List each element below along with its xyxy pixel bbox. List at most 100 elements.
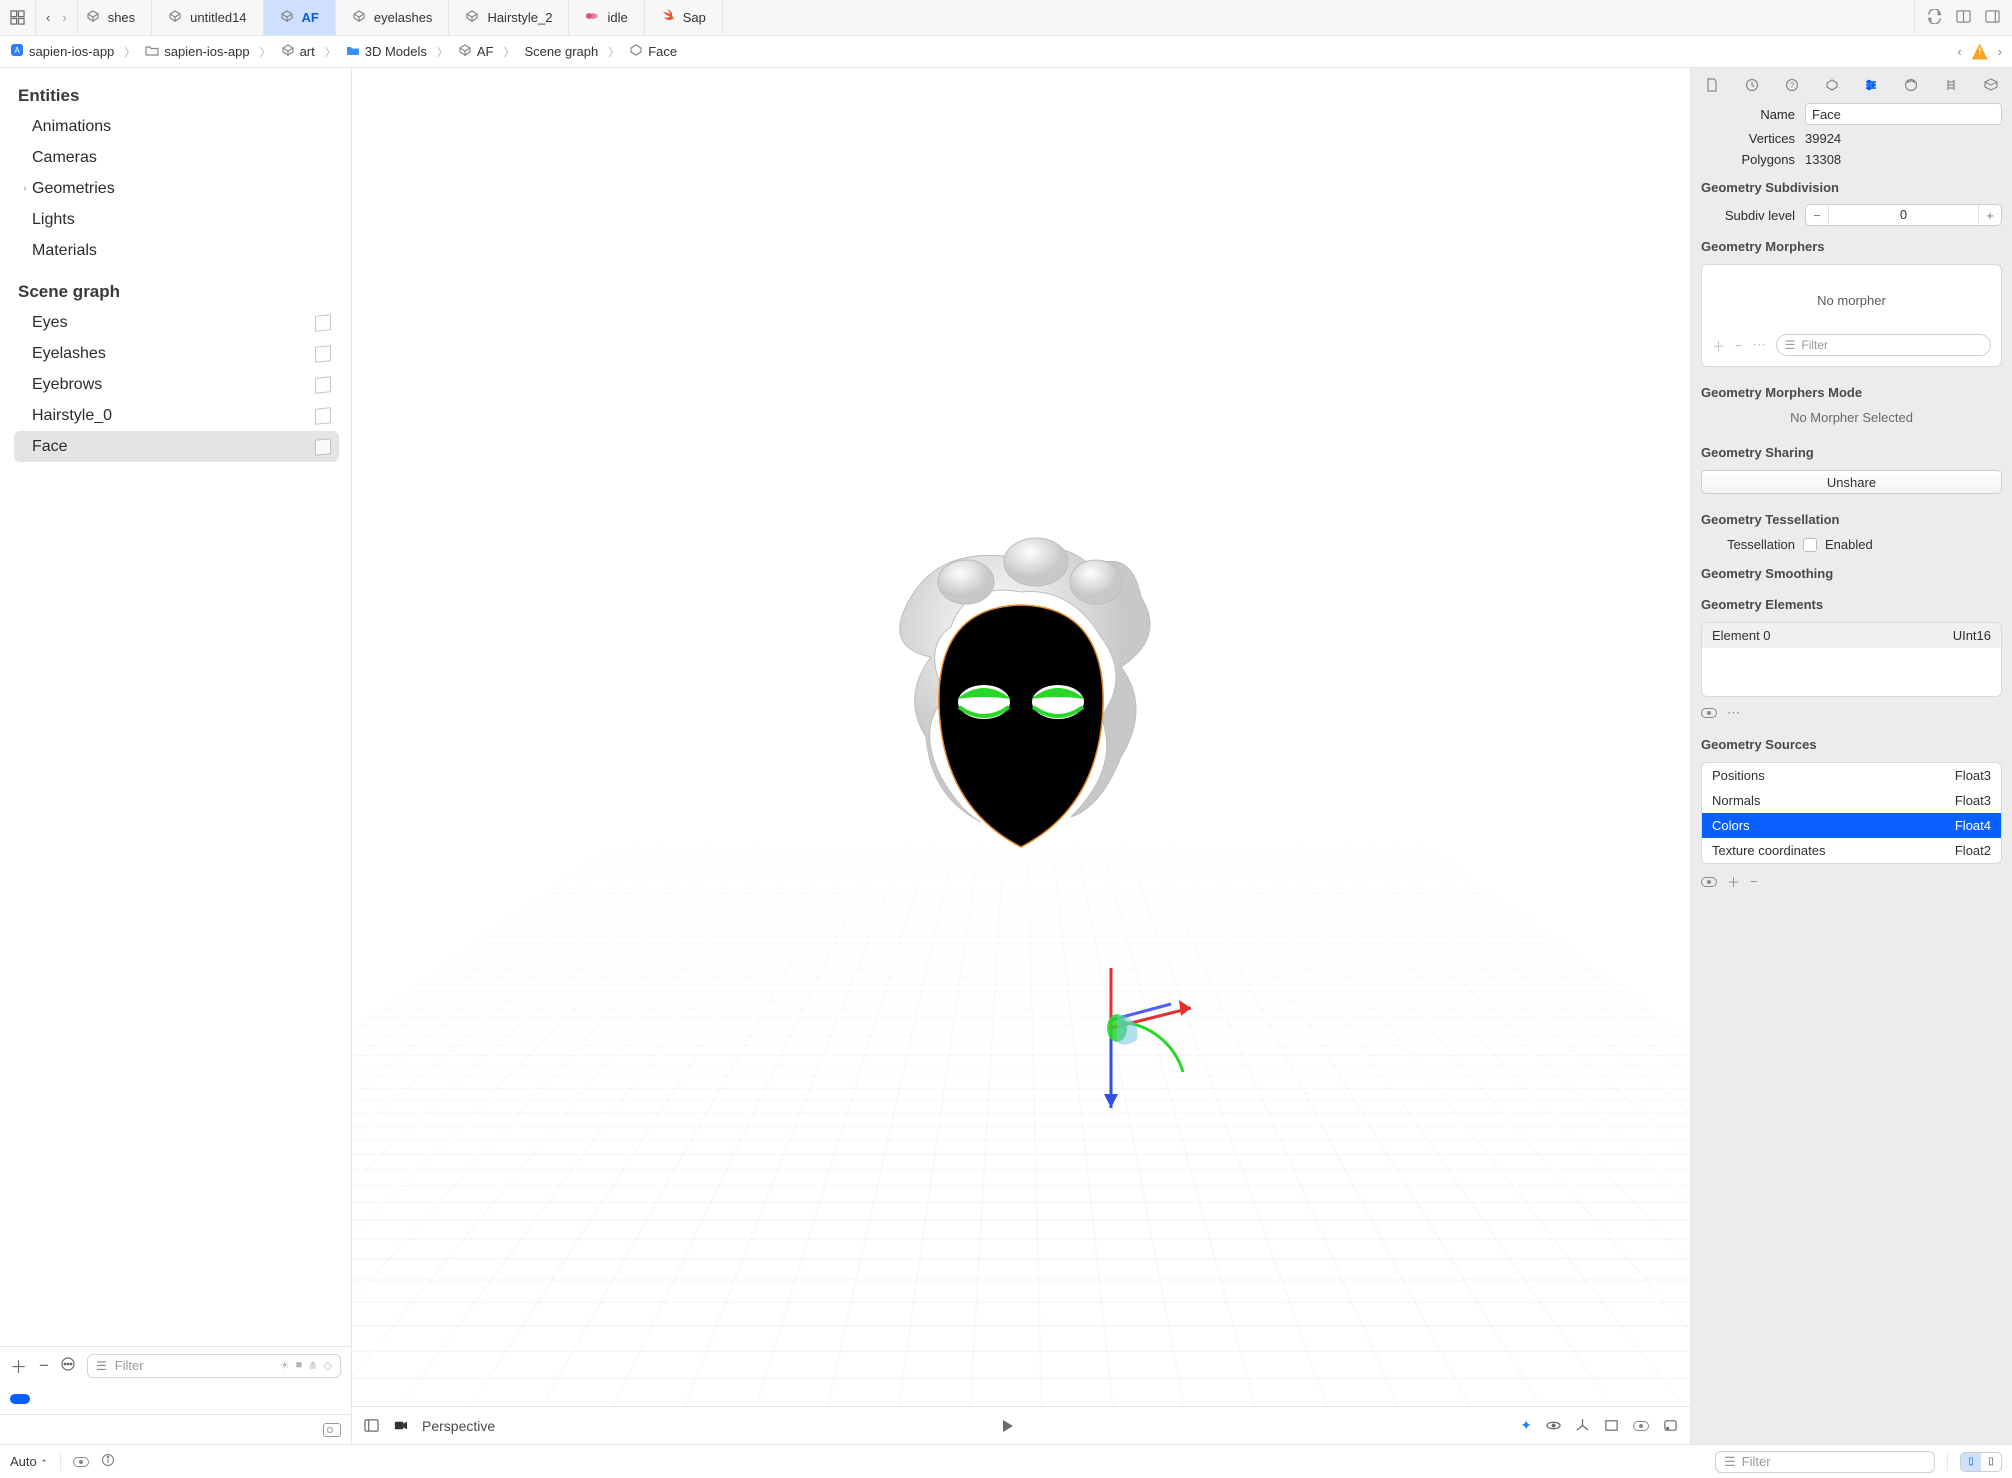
node-inspector-icon[interactable] [1821, 74, 1843, 96]
filter-mesh-icon[interactable]: ◇ [324, 1359, 332, 1372]
sources-visibility-icon[interactable] [1701, 877, 1717, 887]
viewport-toolbar: Perspective ✦ [352, 1406, 1690, 1444]
subdiv-header: Geometry Subdivision [1691, 170, 2012, 201]
add-icon[interactable]: ＋ [10, 1353, 27, 1378]
filter-icon: ☰ [96, 1359, 107, 1373]
entity-cameras[interactable]: Cameras [14, 142, 339, 173]
node-eyebrows[interactable]: Eyebrows [14, 369, 339, 400]
crumb-face[interactable]: Face [629, 43, 677, 60]
tab-af[interactable]: AF [264, 0, 336, 35]
tab-hairstyle_2[interactable]: Hairstyle_2 [449, 0, 569, 35]
node-eyes[interactable]: Eyes [14, 307, 339, 338]
crumb-scene-graph[interactable]: Scene graph [525, 44, 599, 59]
more-icon[interactable] [61, 1357, 75, 1374]
history-inspector-icon[interactable] [1741, 74, 1763, 96]
crumb-af[interactable]: AF [458, 43, 494, 60]
tab-label: untitled14 [190, 10, 246, 25]
tess-checkbox[interactable] [1803, 538, 1817, 552]
panel-toggle[interactable]: ▯ ▯ [1960, 1452, 2002, 1472]
play-icon[interactable] [1003, 1420, 1013, 1432]
sources-add-icon[interactable]: ＋ [1727, 872, 1740, 891]
swap-icon[interactable] [1927, 9, 1942, 27]
source-row-texture-coordinates[interactable]: Texture coordinatesFloat2 [1702, 838, 2001, 863]
crumb-3d-models[interactable]: 3D Models [346, 43, 427, 60]
remove-icon[interactable]: − [39, 1356, 49, 1376]
node-eyelashes[interactable]: Eyelashes [14, 338, 339, 369]
scene-viewport[interactable] [352, 68, 1690, 1406]
sidebar-icon[interactable] [364, 1418, 379, 1433]
nav-forward-icon: › [62, 10, 66, 25]
visibility-icon[interactable] [1633, 1421, 1649, 1431]
inspector-toggle-icon[interactable] [1985, 9, 2000, 27]
help-inspector-icon[interactable]: ? [1781, 74, 1803, 96]
smoothing-header: Geometry Smoothing [1691, 556, 2012, 587]
subdiv-stepper[interactable]: − 0 + [1805, 204, 2002, 226]
physics-inspector-icon[interactable] [1940, 74, 1962, 96]
element-row[interactable]: Element 0UInt16 [1702, 623, 2001, 648]
console-filter[interactable]: ☰ Filter [1715, 1451, 1935, 1473]
entity-animations[interactable]: Animations [14, 111, 339, 142]
stepper-plus-icon[interactable]: + [1979, 208, 2001, 223]
stepper-minus-icon[interactable]: − [1806, 208, 1828, 223]
crumb-forward-icon[interactable]: › [1998, 44, 2002, 59]
mesh-icon [315, 314, 331, 332]
camera-mode-icon[interactable] [393, 1418, 408, 1433]
polygons-label: Polygons [1701, 152, 1795, 167]
node-hairstyle_0[interactable]: Hairstyle_0 [14, 400, 339, 431]
elements-visibility-icon[interactable] [1701, 708, 1717, 718]
name-field[interactable]: Face [1805, 103, 2002, 125]
tab-shes[interactable]: shes [78, 0, 152, 35]
preview-visibility-icon[interactable] [73, 1457, 89, 1467]
info-icon[interactable] [101, 1453, 115, 1470]
filter-lines-icon: ☰ [1724, 1454, 1736, 1470]
tab-idle[interactable]: idle [569, 0, 644, 35]
morpher-filter[interactable]: ☰ Filter [1776, 334, 1991, 356]
filter-bone-icon[interactable]: ⋔ [308, 1359, 317, 1372]
tab-eyelashes[interactable]: eyelashes [336, 0, 450, 35]
sources-remove-icon[interactable]: − [1750, 874, 1758, 889]
filter-light-icon[interactable]: ☀ [280, 1359, 290, 1372]
console-icon[interactable] [323, 1423, 341, 1437]
grid-icon[interactable] [0, 0, 36, 35]
manipulator-icon[interactable] [1575, 1418, 1590, 1433]
camera-mode-label[interactable]: Perspective [422, 1418, 495, 1434]
filter-camera-icon[interactable]: ■ [296, 1359, 303, 1372]
scene-inspector-icon[interactable] [1980, 74, 2002, 96]
orbit-icon[interactable] [1546, 1418, 1561, 1433]
transform-gizmo[interactable] [1021, 938, 1201, 1118]
elements-more-icon[interactable]: ⋯ [1727, 705, 1740, 721]
unshare-button[interactable]: Unshare [1701, 470, 2002, 494]
material-inspector-icon[interactable] [1900, 74, 1922, 96]
source-row-positions[interactable]: PositionsFloat3 [1702, 763, 2001, 788]
entity-materials[interactable]: Materials [14, 235, 339, 266]
tab-sap[interactable]: Sap [645, 0, 723, 35]
tab-untitled14[interactable]: untitled14 [152, 0, 263, 35]
dae-icon [585, 9, 599, 26]
crumb-sapien-ios-app[interactable]: sapien-ios-app [145, 43, 249, 60]
crumb-art[interactable]: art [281, 43, 315, 60]
nav-back-icon[interactable]: ‹ [46, 10, 50, 25]
source-row-normals[interactable]: NormalsFloat3 [1702, 788, 2001, 813]
light-icon[interactable]: ✦ [1520, 1417, 1532, 1434]
entity-geometries[interactable]: ›Geometries [14, 173, 339, 204]
folder-blue-icon [346, 43, 360, 60]
no-morpher-selected: No Morpher Selected [1691, 406, 2012, 435]
bounds-icon[interactable] [1604, 1418, 1619, 1433]
morpher-remove-icon[interactable]: − [1735, 338, 1743, 353]
entity-lights[interactable]: Lights [14, 204, 339, 235]
subdiv-value[interactable]: 0 [1828, 205, 1979, 225]
attributes-inspector-icon[interactable] [1860, 74, 1882, 96]
morpher-more-icon[interactable]: ⋯ [1753, 337, 1766, 353]
auto-popup[interactable]: Auto ⌃ [10, 1454, 48, 1469]
render-icon[interactable] [1663, 1418, 1678, 1433]
crumb-sapien-ios-app[interactable]: Asapien-ios-app [10, 43, 114, 60]
assistant-icon[interactable] [1956, 9, 1971, 27]
crumb-back-icon[interactable]: ‹ [1957, 44, 1961, 59]
source-row-colors[interactable]: ColorsFloat4 [1702, 813, 2001, 838]
outline-filter[interactable]: ☰ Filter ☀ ■ ⋔ ◇ [87, 1354, 341, 1378]
node-face[interactable]: Face [14, 431, 339, 462]
warning-icon[interactable] [1972, 44, 1988, 60]
file-inspector-icon[interactable] [1701, 74, 1723, 96]
scope-pill[interactable] [10, 1394, 30, 1404]
morpher-add-icon[interactable]: ＋ [1712, 336, 1725, 355]
